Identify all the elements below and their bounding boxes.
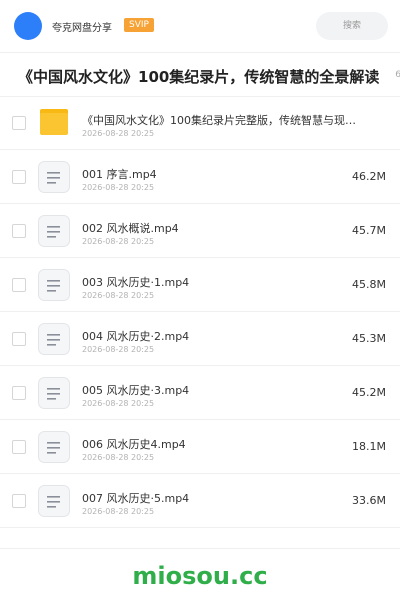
file-size: 45.8M bbox=[352, 278, 386, 291]
file-row[interactable]: 002 风水概说.mp4 2026-08-28 20:25 45.7M bbox=[0, 204, 400, 258]
watermark-logo: miosou.cc bbox=[132, 562, 268, 590]
row-checkbox[interactable] bbox=[12, 386, 26, 400]
file-date: 2026-08-28 20:25 bbox=[82, 237, 155, 246]
row-checkbox[interactable] bbox=[12, 116, 26, 130]
file-row[interactable]: 003 风水历史·1.mp4 2026-08-28 20:25 45.8M bbox=[0, 258, 400, 312]
file-date: 2026-08-28 20:25 bbox=[82, 507, 155, 516]
share-page: 夸克网盘分享 SVIP 《中国风水文化》100集纪录片，传统智慧的全景解读 6G… bbox=[0, 0, 400, 600]
file-row[interactable]: 005 风水历史·3.mp4 2026-08-28 20:25 45.2M bbox=[0, 366, 400, 420]
file-name: 001 序言.mp4 bbox=[82, 168, 157, 181]
footer-divider bbox=[0, 548, 400, 549]
file-date: 2026-08-28 20:25 bbox=[82, 183, 155, 192]
brand-name: 夸克网盘分享 bbox=[52, 23, 112, 34]
file-row[interactable]: 006 风水历史4.mp4 2026-08-28 20:25 18.1M bbox=[0, 420, 400, 474]
row-checkbox[interactable] bbox=[12, 332, 26, 346]
file-date: 2026-08-28 20:25 bbox=[82, 291, 155, 300]
svip-badge: SVIP bbox=[124, 18, 154, 32]
file-size: 18.1M bbox=[352, 440, 386, 453]
file-size: 46.2M bbox=[352, 170, 386, 183]
file-date: 2026-08-28 20:25 bbox=[82, 345, 155, 354]
file-row[interactable]: 001 序言.mp4 2026-08-28 20:25 46.2M bbox=[0, 150, 400, 204]
row-checkbox[interactable] bbox=[12, 440, 26, 454]
file-row[interactable]: 004 风水历史·2.mp4 2026-08-28 20:25 45.3M bbox=[0, 312, 400, 366]
document-icon bbox=[38, 161, 70, 193]
file-date: 2026-08-28 20:25 bbox=[82, 453, 155, 462]
file-row[interactable]: 《中国风水文化》100集纪录片完整版，传统智慧与现代生活的... 2026-08-… bbox=[0, 96, 400, 150]
search-input[interactable] bbox=[316, 12, 388, 40]
avatar[interactable] bbox=[14, 12, 42, 40]
file-name: 002 风水概说.mp4 bbox=[82, 222, 179, 235]
row-checkbox[interactable] bbox=[12, 224, 26, 238]
row-checkbox[interactable] bbox=[12, 278, 26, 292]
file-size: 33.6M bbox=[352, 494, 386, 507]
document-icon bbox=[38, 377, 70, 409]
file-name: 《中国风水文化》100集纪录片完整版，传统智慧与现代生活的... bbox=[82, 114, 362, 127]
file-row[interactable]: 007 风水历史·5.mp4 2026-08-28 20:25 33.6M bbox=[0, 474, 400, 528]
folder-icon bbox=[38, 107, 70, 139]
file-date: 2026-08-28 20:25 bbox=[82, 399, 155, 408]
row-checkbox[interactable] bbox=[12, 494, 26, 508]
document-icon bbox=[38, 269, 70, 301]
document-icon bbox=[38, 485, 70, 517]
file-size: 45.2M bbox=[352, 386, 386, 399]
share-title-bar: 《中国风水文化》100集纪录片，传统智慧的全景解读 6G bbox=[0, 52, 400, 97]
file-name: 004 风水历史·2.mp4 bbox=[82, 330, 190, 343]
file-size: 45.7M bbox=[352, 224, 386, 237]
row-checkbox[interactable] bbox=[12, 170, 26, 184]
file-name: 003 风水历史·1.mp4 bbox=[82, 276, 190, 289]
share-total-size: 6G bbox=[395, 70, 400, 80]
file-name: 006 风水历史4.mp4 bbox=[82, 438, 186, 451]
header: 夸克网盘分享 SVIP bbox=[0, 0, 400, 53]
document-icon bbox=[38, 431, 70, 463]
file-name: 005 风水历史·3.mp4 bbox=[82, 384, 190, 397]
document-icon bbox=[38, 215, 70, 247]
file-list: 《中国风水文化》100集纪录片完整版，传统智慧与现代生活的... 2026-08-… bbox=[0, 96, 400, 528]
document-icon bbox=[38, 323, 70, 355]
file-name: 007 风水历史·5.mp4 bbox=[82, 492, 190, 505]
file-date: 2026-08-28 20:25 bbox=[82, 129, 155, 138]
share-title: 《中国风水文化》100集纪录片，传统智慧的全景解读 bbox=[18, 68, 380, 86]
file-size: 45.3M bbox=[352, 332, 386, 345]
